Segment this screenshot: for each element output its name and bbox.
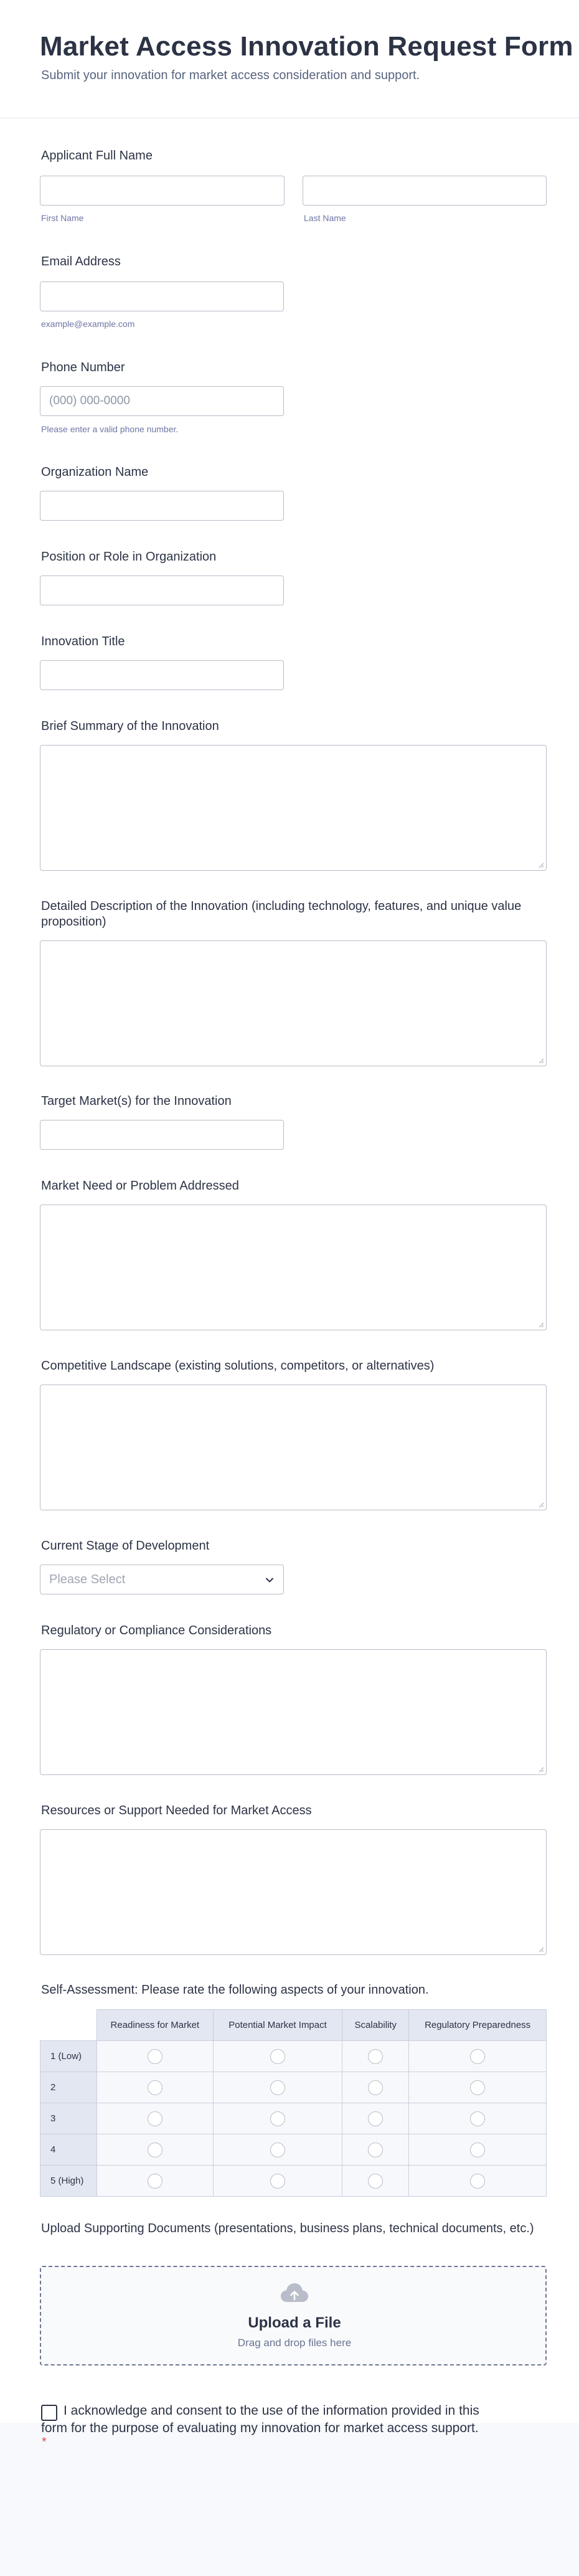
summary-label: Brief Summary of the Innovation (41, 719, 219, 733)
resize-grip-icon[interactable] (538, 1766, 544, 1773)
first-name-sublabel: First Name (41, 213, 84, 223)
resize-grip-icon[interactable] (538, 862, 544, 868)
summary-textarea[interactable] (40, 745, 547, 871)
upload-label: Upload Supporting Documents (presentatio… (41, 2222, 534, 2235)
matrix-radio[interactable] (470, 2048, 486, 2064)
matrix-row-header: 5 (High) (40, 2165, 97, 2197)
resources-textarea[interactable] (40, 1829, 547, 1955)
matrix-radio[interactable] (470, 2173, 486, 2189)
matrix-radio[interactable] (270, 2080, 285, 2095)
regulatory-label: Regulatory or Compliance Considerations (41, 1624, 272, 1637)
form-page: Market Access Innovation Request Form Su… (0, 0, 579, 2576)
stage-placeholder: Please Select (49, 1573, 126, 1586)
organization-input[interactable] (40, 491, 284, 521)
required-mark: * (42, 2435, 47, 2449)
competitive-textarea[interactable] (40, 1385, 547, 1510)
phone-label: Phone Number (41, 361, 125, 374)
regulatory-textarea[interactable] (40, 1649, 547, 1775)
matrix-row-header: 3 (40, 2103, 97, 2134)
chevron-down-icon (266, 1578, 273, 1583)
full-name-label: Applicant Full Name (41, 149, 153, 163)
page-footer-background (0, 2423, 579, 2576)
form-header: Market Access Innovation Request Form Su… (0, 0, 579, 118)
matrix-radio[interactable] (270, 2173, 285, 2189)
form-title: Market Access Innovation Request Form (40, 31, 573, 62)
phone-input[interactable]: (000) 000-0000 (40, 386, 284, 416)
competitive-label: Competitive Landscape (existing solution… (41, 1359, 435, 1373)
matrix-row: 2 (40, 2072, 547, 2103)
last-name-input[interactable] (303, 176, 547, 206)
matrix-corner (40, 2009, 97, 2041)
position-input[interactable] (40, 575, 284, 605)
self-assessment-matrix: Readiness for Market Potential Market Im… (40, 2009, 547, 2197)
description-label: Detailed Description of the Innovation (… (41, 899, 522, 929)
matrix-radio[interactable] (368, 2142, 384, 2157)
market-need-textarea[interactable] (40, 1205, 547, 1330)
resize-grip-icon[interactable] (538, 1058, 544, 1064)
resources-label: Resources or Support Needed for Market A… (41, 1804, 312, 1817)
matrix-row: 3 (40, 2103, 547, 2134)
phone-sublabel: Please enter a valid phone number. (41, 424, 179, 434)
matrix-row-header: 4 (40, 2134, 97, 2166)
first-name-input[interactable] (40, 176, 285, 206)
upload-title: Upload a File (248, 2314, 341, 2331)
matrix-radio[interactable] (470, 2111, 486, 2126)
matrix-column-header: Potential Market Impact (212, 2009, 343, 2041)
matrix-radio[interactable] (270, 2142, 285, 2157)
description-textarea[interactable] (40, 940, 547, 1066)
matrix-radio[interactable] (147, 2111, 162, 2126)
matrix-radio[interactable] (470, 2080, 486, 2095)
matrix-column-header: Readiness for Market (96, 2009, 214, 2041)
resize-grip-icon[interactable] (538, 1946, 544, 1953)
stage-label: Current Stage of Development (41, 1539, 210, 1553)
matrix-row-header: 1 (Low) (40, 2040, 97, 2072)
matrix-row: 4 (40, 2134, 547, 2166)
matrix-column-header: Regulatory Preparedness (408, 2009, 547, 2041)
matrix-column-header: Scalability (342, 2009, 410, 2041)
matrix-row: 1 (Low) (40, 2040, 547, 2072)
matrix-row-header: 2 (40, 2072, 97, 2103)
email-sublabel: example@example.com (41, 319, 135, 329)
matrix-radio[interactable] (368, 2080, 384, 2095)
matrix-radio[interactable] (147, 2142, 162, 2157)
organization-label: Organization Name (41, 465, 149, 479)
self-assessment-label: Self-Assessment: Please rate the followi… (41, 1983, 429, 1997)
matrix-radio[interactable] (270, 2048, 285, 2064)
upload-subtitle: Drag and drop files here (237, 2337, 352, 2349)
last-name-sublabel: Last Name (304, 213, 346, 223)
matrix-radio[interactable] (470, 2142, 486, 2157)
file-upload-dropzone[interactable]: Upload a File Drag and drop files here (40, 2266, 547, 2365)
market-need-label: Market Need or Problem Addressed (41, 1179, 239, 1193)
consent-text: I acknowledge and consent to the use of … (41, 2403, 479, 2435)
email-label: Email Address (41, 255, 121, 268)
innovation-title-label: Innovation Title (41, 635, 125, 648)
email-input[interactable] (40, 282, 284, 311)
cloud-upload-icon (281, 2283, 308, 2302)
form-subtitle: Submit your innovation for market access… (41, 69, 420, 82)
matrix-row: 5 (High) (40, 2165, 547, 2197)
resize-grip-icon[interactable] (538, 1502, 544, 1508)
position-label: Position or Role in Organization (41, 550, 217, 564)
matrix-radio[interactable] (368, 2111, 384, 2126)
stage-select[interactable]: Please Select (40, 1565, 284, 1594)
matrix-radio[interactable] (147, 2173, 162, 2189)
phone-placeholder: (000) 000-0000 (49, 394, 130, 407)
target-markets-input[interactable] (40, 1120, 284, 1150)
resize-grip-icon[interactable] (538, 1322, 544, 1328)
matrix-radio[interactable] (147, 2080, 162, 2095)
target-markets-label: Target Market(s) for the Innovation (41, 1094, 232, 1108)
matrix-radio[interactable] (368, 2173, 384, 2189)
innovation-title-input[interactable] (40, 660, 284, 690)
matrix-radio[interactable] (147, 2048, 162, 2064)
matrix-radio[interactable] (368, 2048, 384, 2064)
matrix-radio[interactable] (270, 2111, 285, 2126)
